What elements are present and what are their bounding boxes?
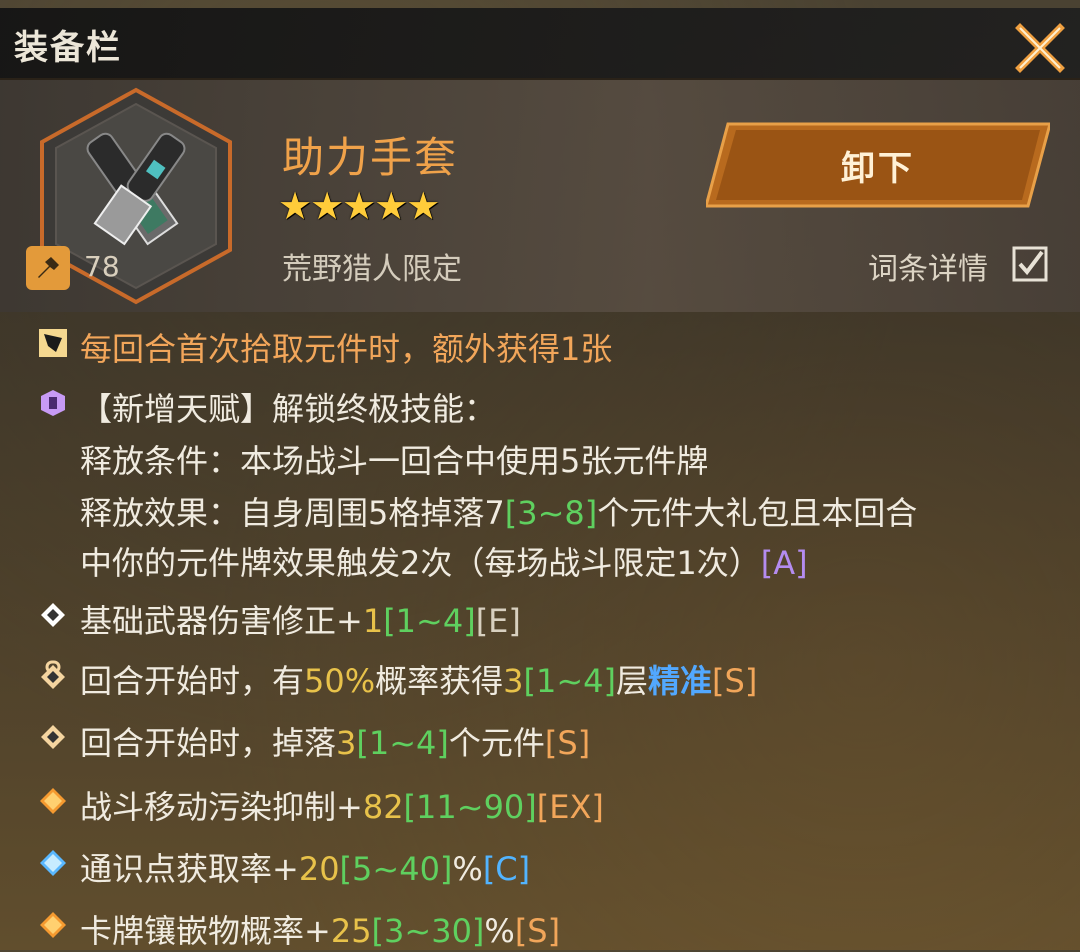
attr-line-3: 释放条件：本场战斗一回合中使用5张元件牌 — [80, 442, 709, 480]
item-level: 78 — [84, 250, 120, 283]
attr-line-5-text: 中你的元件牌效果触发2次（每场战斗限定1次） — [80, 544, 761, 582]
diamond-bullet-icon — [41, 725, 65, 749]
attr-line-5-grade: [A] — [760, 544, 808, 582]
attr-line-4-text: 释放效果：自身周围5格掉落7 — [80, 494, 505, 532]
page-title: 装备栏 — [14, 28, 122, 68]
attr-line-4: 释放效果：自身周围5格掉落7[3~8]个元件大礼包且本回合 — [80, 488, 917, 534]
attr-line-6: 基础武器伤害修正+1[1~4][E] — [80, 596, 521, 642]
attr-line-7-text: 回合开始时，有 — [80, 662, 305, 700]
attr-line-10-value: 20 — [298, 850, 340, 888]
item-stars: ★★★★★ — [278, 184, 440, 228]
attr-line-11-grade: [S] — [514, 912, 561, 950]
attr-line-10: 通识点获取率+20[5~40]%[C] — [80, 844, 530, 890]
attr-line-1: 每回合首次拾取元件时，额外获得1张 — [80, 330, 613, 368]
attr-line-10-range: [5~40] — [339, 850, 453, 888]
attr-line-9-range: [11~90] — [403, 788, 537, 826]
item-subtitle: 荒野猎人限定 — [282, 252, 462, 287]
attr-line-4-range: [3~8] — [504, 494, 598, 532]
attr-line-7-grade: [S] — [712, 662, 758, 700]
attr-line-8-range: [1~4] — [356, 724, 449, 762]
attr-line-11: 卡牌镶嵌物概率+25[3~30]%[S] — [80, 906, 560, 952]
diamond-bullet-icon — [41, 603, 65, 627]
attr-line-7-value: 3 — [503, 662, 524, 700]
attr-line-7-unit: 层 — [616, 662, 649, 700]
attr-line-7-keyword[interactable]: 精准 — [648, 662, 712, 700]
attr-line-2: 【新增天赋】解锁终极技能： — [80, 390, 497, 428]
attr-line-7-chance: 50% — [304, 662, 376, 700]
lock-bullet-icon — [41, 660, 65, 689]
level-badge-icon — [26, 246, 70, 290]
diamond-orange-icon — [40, 912, 66, 938]
attr-line-11-unit: % — [484, 912, 515, 950]
attr-line-7-range: [1~4] — [523, 662, 617, 700]
attr-line-10-unit: % — [452, 850, 483, 888]
attr-line-8: 回合开始时，掉落3[1~4]个元件[S] — [80, 718, 590, 764]
equipment-header: 装备栏 — [0, 8, 1080, 80]
attr-line-8-value: 3 — [336, 724, 357, 762]
attr-line-7: 回合开始时，有50%概率获得3[1~4]层精准[S] — [80, 656, 757, 702]
attr-line-9-text: 战斗移动污染抑制+ — [80, 788, 363, 826]
attr-line-7-mid: 概率获得 — [375, 662, 504, 700]
checkbox-checked-icon[interactable] — [1012, 246, 1048, 282]
attr-line-11-range: [3~30] — [371, 912, 485, 950]
attr-line-11-value: 25 — [330, 912, 372, 950]
attr-line-6-value: 1 — [362, 602, 384, 640]
attr-line-9-grade: [EX] — [536, 788, 604, 826]
talent-hexagon-icon — [41, 390, 65, 416]
close-icon[interactable] — [1014, 22, 1066, 74]
attr-line-11-text: 卡牌镶嵌物概率+ — [80, 912, 331, 950]
attr-line-10-grade: [C] — [482, 850, 531, 888]
attr-line-8-grade: [S] — [544, 724, 591, 762]
attr-line-5: 中你的元件牌效果触发2次（每场战斗限定1次）[A] — [80, 538, 808, 584]
attr-line-6-grade: [E] — [475, 602, 521, 640]
attr-line-4-tail: 个元件大礼包且本回合 — [597, 494, 918, 532]
diamond-blue-icon — [40, 850, 66, 876]
attr-line-10-text: 通识点获取率+ — [80, 850, 299, 888]
unequip-button-label[interactable]: 卸下 — [706, 122, 1050, 208]
attr-line-6-range: [1~4] — [383, 602, 476, 640]
attr-line-9: 战斗移动污染抑制+82[11~90][EX] — [80, 782, 604, 828]
item-name: 助力手套 — [282, 133, 459, 182]
detail-toggle-label[interactable]: 词条详情 — [868, 244, 988, 288]
diamond-orange-icon — [40, 788, 66, 814]
attr-line-9-value: 82 — [362, 788, 404, 826]
attr-line-8-unit: 个元件 — [448, 724, 545, 762]
attr-line-6-text: 基础武器伤害修正+ — [80, 602, 363, 640]
attr-line-8-text: 回合开始时，掉落 — [80, 724, 337, 762]
pickup-skill-icon — [39, 329, 67, 357]
